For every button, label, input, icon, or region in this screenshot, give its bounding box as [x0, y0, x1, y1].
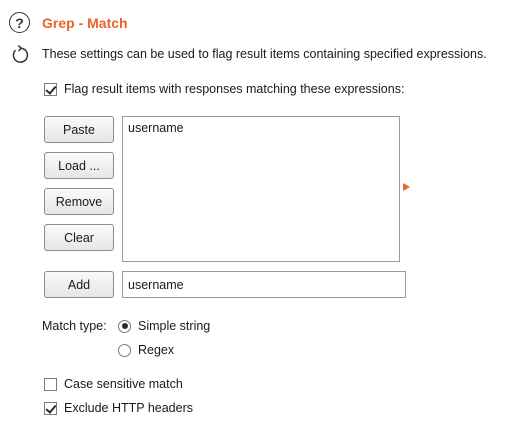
match-type-label: Match type: [42, 319, 107, 333]
case-sensitive-row[interactable]: Case sensitive match [44, 377, 183, 391]
simple-string-label: Simple string [138, 319, 211, 333]
case-sensitive-label: Case sensitive match [64, 377, 183, 391]
paste-button[interactable]: Paste [44, 116, 114, 143]
grep-match-panel: ? Grep - Match These settings can be use… [0, 0, 525, 424]
clear-button[interactable]: Clear [44, 224, 114, 251]
refresh-icon[interactable] [9, 44, 31, 66]
list-item[interactable]: username [123, 117, 399, 139]
add-button[interactable]: Add [44, 271, 114, 298]
flag-items-row[interactable]: Flag result items with responses matchin… [44, 82, 404, 96]
match-type-regex-option[interactable]: Regex [118, 343, 174, 357]
flag-items-label: Flag result items with responses matchin… [64, 82, 405, 96]
regex-radio[interactable] [118, 343, 131, 357]
load-button[interactable]: Load ... [44, 152, 114, 179]
help-icon[interactable]: ? [9, 12, 30, 33]
exclude-headers-label: Exclude HTTP headers [64, 401, 193, 415]
exclude-headers-row[interactable]: Exclude HTTP headers [44, 401, 193, 415]
match-type-simple-option[interactable]: Simple string [118, 319, 210, 333]
flag-items-checkbox[interactable] [44, 82, 57, 96]
regex-label: Regex [138, 343, 175, 357]
exclude-headers-checkbox[interactable] [44, 401, 57, 415]
remove-button[interactable]: Remove [44, 188, 114, 215]
section-title: Grep - Match [42, 15, 128, 31]
expression-list[interactable]: username [122, 116, 400, 262]
case-sensitive-checkbox[interactable] [44, 377, 57, 391]
expand-arrow-icon[interactable] [403, 183, 410, 191]
expression-input[interactable] [122, 271, 406, 298]
section-description: These settings can be used to flag resul… [42, 47, 487, 61]
simple-string-radio[interactable] [118, 319, 131, 333]
